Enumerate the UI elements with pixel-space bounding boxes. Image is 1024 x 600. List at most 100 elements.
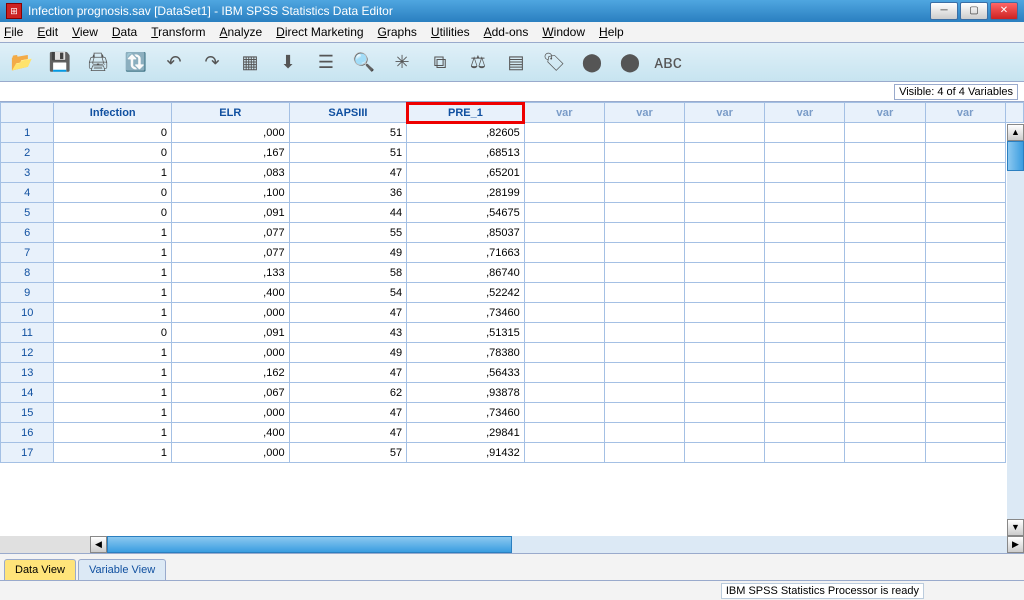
data-cell[interactable] bbox=[845, 163, 925, 183]
data-cell[interactable]: ,86740 bbox=[407, 263, 525, 283]
data-cell[interactable] bbox=[925, 363, 1005, 383]
data-cell[interactable] bbox=[765, 163, 845, 183]
data-cell[interactable]: 54 bbox=[289, 283, 407, 303]
data-cell[interactable] bbox=[765, 123, 845, 143]
data-cell[interactable] bbox=[765, 343, 845, 363]
select-icon[interactable]: ▤ bbox=[502, 48, 530, 76]
data-cell[interactable] bbox=[604, 183, 684, 203]
data-cell[interactable]: ,000 bbox=[172, 123, 290, 143]
menu-add-ons[interactable]: Add-ons bbox=[484, 25, 529, 39]
menu-help[interactable]: Help bbox=[599, 25, 624, 39]
data-cell[interactable]: ,133 bbox=[172, 263, 290, 283]
row-header[interactable]: 16 bbox=[1, 423, 54, 443]
data-cell[interactable] bbox=[604, 123, 684, 143]
column-header-var-9[interactable]: var bbox=[925, 103, 1005, 123]
data-cell[interactable] bbox=[604, 443, 684, 463]
data-cell[interactable] bbox=[604, 323, 684, 343]
data-cell[interactable]: 47 bbox=[289, 403, 407, 423]
data-cell[interactable]: 55 bbox=[289, 223, 407, 243]
data-cell[interactable] bbox=[604, 223, 684, 243]
data-cell[interactable] bbox=[925, 443, 1005, 463]
data-cell[interactable] bbox=[765, 323, 845, 343]
table-row[interactable]: 40,10036,28199 bbox=[1, 183, 1024, 203]
data-cell[interactable]: 0 bbox=[54, 323, 172, 343]
data-cell[interactable]: 1 bbox=[54, 363, 172, 383]
sets2-icon[interactable]: ⬤ bbox=[616, 48, 644, 76]
data-cell[interactable] bbox=[524, 323, 604, 343]
data-cell[interactable] bbox=[845, 263, 925, 283]
data-cell[interactable] bbox=[524, 143, 604, 163]
data-cell[interactable]: ,68513 bbox=[407, 143, 525, 163]
data-cell[interactable] bbox=[925, 303, 1005, 323]
table-row[interactable]: 81,13358,86740 bbox=[1, 263, 1024, 283]
data-cell[interactable]: ,93878 bbox=[407, 383, 525, 403]
insert-case-icon[interactable]: ✳ bbox=[388, 48, 416, 76]
data-cell[interactable]: 57 bbox=[289, 443, 407, 463]
data-cell[interactable]: ,167 bbox=[172, 143, 290, 163]
row-header[interactable]: 8 bbox=[1, 263, 54, 283]
sets-icon[interactable]: ⬤ bbox=[578, 48, 606, 76]
data-cell[interactable]: 49 bbox=[289, 343, 407, 363]
data-cell[interactable] bbox=[604, 143, 684, 163]
data-cell[interactable] bbox=[845, 223, 925, 243]
table-row[interactable]: 91,40054,52242 bbox=[1, 283, 1024, 303]
data-cell[interactable] bbox=[685, 363, 765, 383]
data-cell[interactable]: 1 bbox=[54, 403, 172, 423]
data-cell[interactable]: ,28199 bbox=[407, 183, 525, 203]
vertical-scrollbar[interactable]: ▲ ▼ bbox=[1007, 124, 1024, 536]
data-cell[interactable] bbox=[925, 183, 1005, 203]
data-cell[interactable]: ,067 bbox=[172, 383, 290, 403]
data-cell[interactable] bbox=[685, 343, 765, 363]
data-cell[interactable]: 44 bbox=[289, 203, 407, 223]
column-header-var-6[interactable]: var bbox=[685, 103, 765, 123]
data-cell[interactable] bbox=[604, 363, 684, 383]
data-cell[interactable] bbox=[765, 303, 845, 323]
data-cell[interactable] bbox=[925, 143, 1005, 163]
table-row[interactable]: 141,06762,93878 bbox=[1, 383, 1024, 403]
data-cell[interactable] bbox=[925, 323, 1005, 343]
data-cell[interactable]: ,077 bbox=[172, 243, 290, 263]
row-header[interactable]: 11 bbox=[1, 323, 54, 343]
data-cell[interactable] bbox=[845, 383, 925, 403]
row-header[interactable]: 10 bbox=[1, 303, 54, 323]
data-cell[interactable] bbox=[685, 383, 765, 403]
column-header-infection[interactable]: Infection bbox=[54, 103, 172, 123]
data-cell[interactable] bbox=[604, 163, 684, 183]
data-cell[interactable] bbox=[524, 383, 604, 403]
hscroll-thumb[interactable] bbox=[107, 536, 512, 553]
print-icon[interactable]: 🖨 bbox=[84, 48, 112, 76]
table-row[interactable]: 131,16247,56433 bbox=[1, 363, 1024, 383]
data-cell[interactable] bbox=[524, 163, 604, 183]
table-row[interactable]: 61,07755,85037 bbox=[1, 223, 1024, 243]
data-cell[interactable] bbox=[604, 243, 684, 263]
table-row[interactable]: 110,09143,51315 bbox=[1, 323, 1024, 343]
data-cell[interactable]: ,78380 bbox=[407, 343, 525, 363]
data-cell[interactable]: ,077 bbox=[172, 223, 290, 243]
split-icon[interactable]: ⧉ bbox=[426, 48, 454, 76]
find-icon[interactable]: 🔍 bbox=[350, 48, 378, 76]
data-cell[interactable] bbox=[845, 283, 925, 303]
menu-transform[interactable]: Transform bbox=[151, 25, 205, 39]
menu-graphs[interactable]: Graphs bbox=[378, 25, 417, 39]
data-cell[interactable] bbox=[685, 203, 765, 223]
data-cell[interactable]: ,083 bbox=[172, 163, 290, 183]
data-cell[interactable] bbox=[845, 123, 925, 143]
table-row[interactable]: 161,40047,29841 bbox=[1, 423, 1024, 443]
column-header-sapsiii[interactable]: SAPSIII bbox=[289, 103, 407, 123]
data-cell[interactable] bbox=[524, 423, 604, 443]
table-row[interactable]: 101,00047,73460 bbox=[1, 303, 1024, 323]
data-cell[interactable]: 1 bbox=[54, 303, 172, 323]
data-cell[interactable]: ,85037 bbox=[407, 223, 525, 243]
row-header[interactable]: 15 bbox=[1, 403, 54, 423]
data-cell[interactable] bbox=[845, 143, 925, 163]
data-cell[interactable]: 51 bbox=[289, 143, 407, 163]
row-header[interactable]: 1 bbox=[1, 123, 54, 143]
data-cell[interactable]: 62 bbox=[289, 383, 407, 403]
data-cell[interactable] bbox=[685, 323, 765, 343]
data-cell[interactable] bbox=[925, 423, 1005, 443]
data-cell[interactable]: ,400 bbox=[172, 283, 290, 303]
table-row[interactable]: 50,09144,54675 bbox=[1, 203, 1024, 223]
column-header-var-7[interactable]: var bbox=[765, 103, 845, 123]
data-cell[interactable] bbox=[685, 243, 765, 263]
data-cell[interactable] bbox=[685, 183, 765, 203]
